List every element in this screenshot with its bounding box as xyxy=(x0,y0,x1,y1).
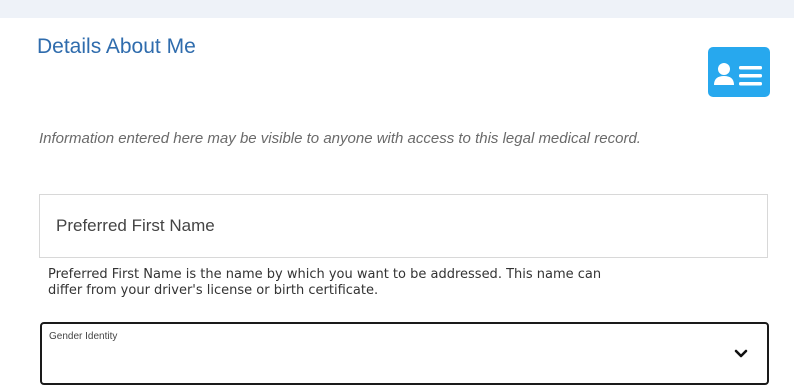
preferred-first-name-label: Preferred First Name xyxy=(56,216,215,235)
details-card: Details About Me Information entered her… xyxy=(0,18,794,389)
chevron-down-icon xyxy=(734,349,748,358)
top-band xyxy=(0,0,794,18)
preferred-first-name-field[interactable]: Preferred First Name xyxy=(39,194,768,258)
contact-card-icon xyxy=(714,63,762,86)
gender-identity-label: Gender Identity xyxy=(49,331,118,342)
contact-card-button[interactable] xyxy=(708,47,770,97)
help-line-2: differ from your driver's license or bir… xyxy=(48,283,379,298)
section-title: Details About Me xyxy=(37,35,196,58)
gender-identity-select[interactable]: Gender Identity xyxy=(40,322,769,385)
help-line-1: Preferred First Name is the name by whic… xyxy=(48,267,602,282)
privacy-notice: Information entered here may be visible … xyxy=(39,130,641,147)
preferred-name-help-text: Preferred First Name is the name by whic… xyxy=(48,267,773,299)
